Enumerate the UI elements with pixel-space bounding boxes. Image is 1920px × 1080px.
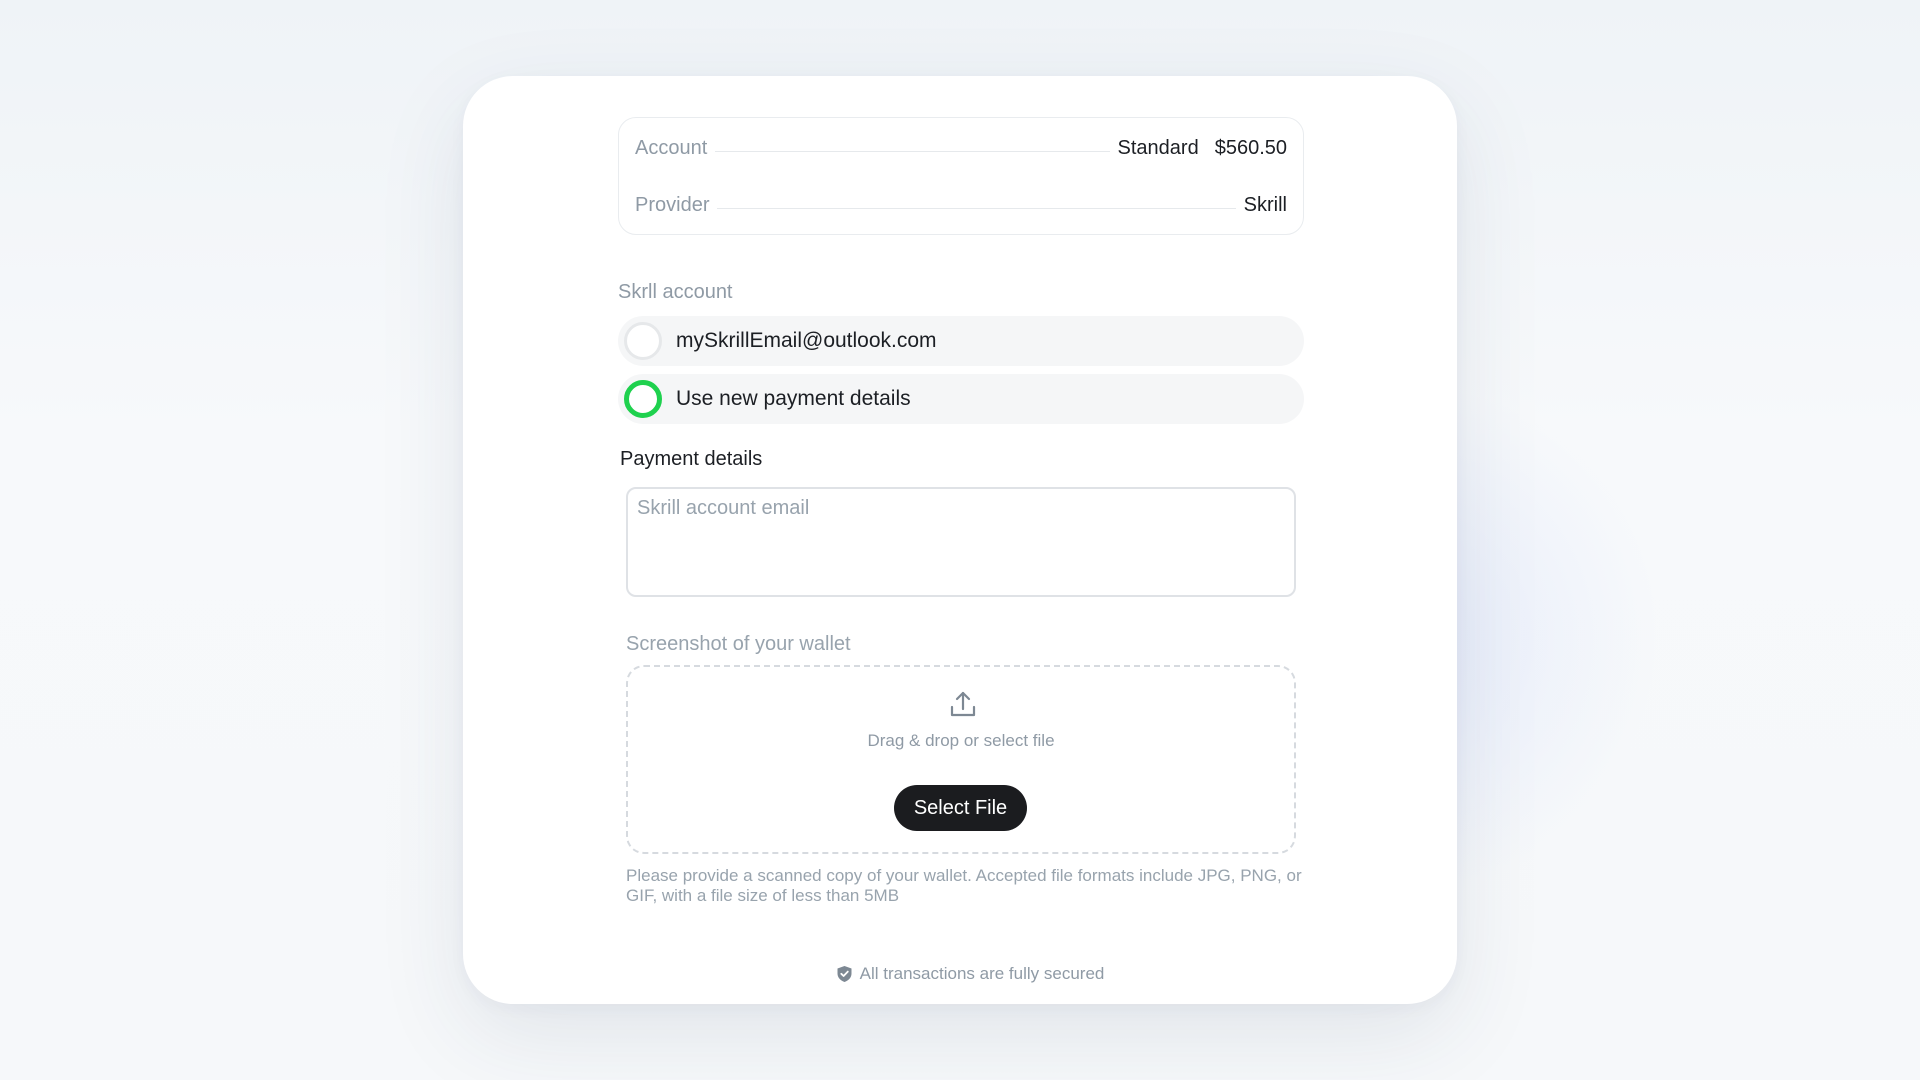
skrill-email-input[interactable] [626,487,1296,597]
file-dropzone[interactable]: Drag & drop or select file Select File [626,665,1296,854]
radio-option-saved-email[interactable]: mySkrillEmail@outlook.com [618,316,1304,366]
select-file-button[interactable]: Select File [894,785,1027,831]
radio-button-unselected[interactable] [624,322,662,360]
account-key: Account [635,137,708,159]
drop-instructions: Drag & drop or select file [867,731,1055,750]
summary-row-provider: Provider Skrill [635,177,1287,234]
shield-check-icon [837,966,852,982]
radio-option-new-details[interactable]: Use new payment details [618,374,1304,424]
summary-row-account: Account Standard $560.50 [635,120,1287,177]
leader-line [715,151,1110,152]
skrill-account-label: Skrll account [618,281,733,303]
account-type: Standard [1117,137,1199,159]
form-content: Account Standard $560.50 Provider Skrill… [618,117,1304,984]
security-note: All transactions are fully secured [618,964,1304,984]
wallet-screenshot-label: Screenshot of your wallet [626,633,851,655]
withdrawal-card: Account Standard $560.50 Provider Skrill… [463,76,1457,1004]
radio-label: Use new payment details [676,387,911,410]
upload-icon [950,691,976,717]
summary-box: Account Standard $560.50 Provider Skrill [618,117,1304,235]
skrill-account-options: mySkrillEmail@outlook.com Use new paymen… [618,316,1304,424]
leader-line [717,208,1236,209]
provider-key: Provider [635,194,710,216]
radio-label: mySkrillEmail@outlook.com [676,329,937,352]
provider-value: Skrill [1243,194,1287,216]
upload-helper-text: Please provide a scanned copy of your wa… [626,866,1302,905]
account-balance: $560.50 [1214,137,1287,159]
security-text: All transactions are fully secured [859,964,1105,983]
radio-button-selected[interactable] [624,380,662,418]
payment-details-title: Payment details [620,448,763,470]
